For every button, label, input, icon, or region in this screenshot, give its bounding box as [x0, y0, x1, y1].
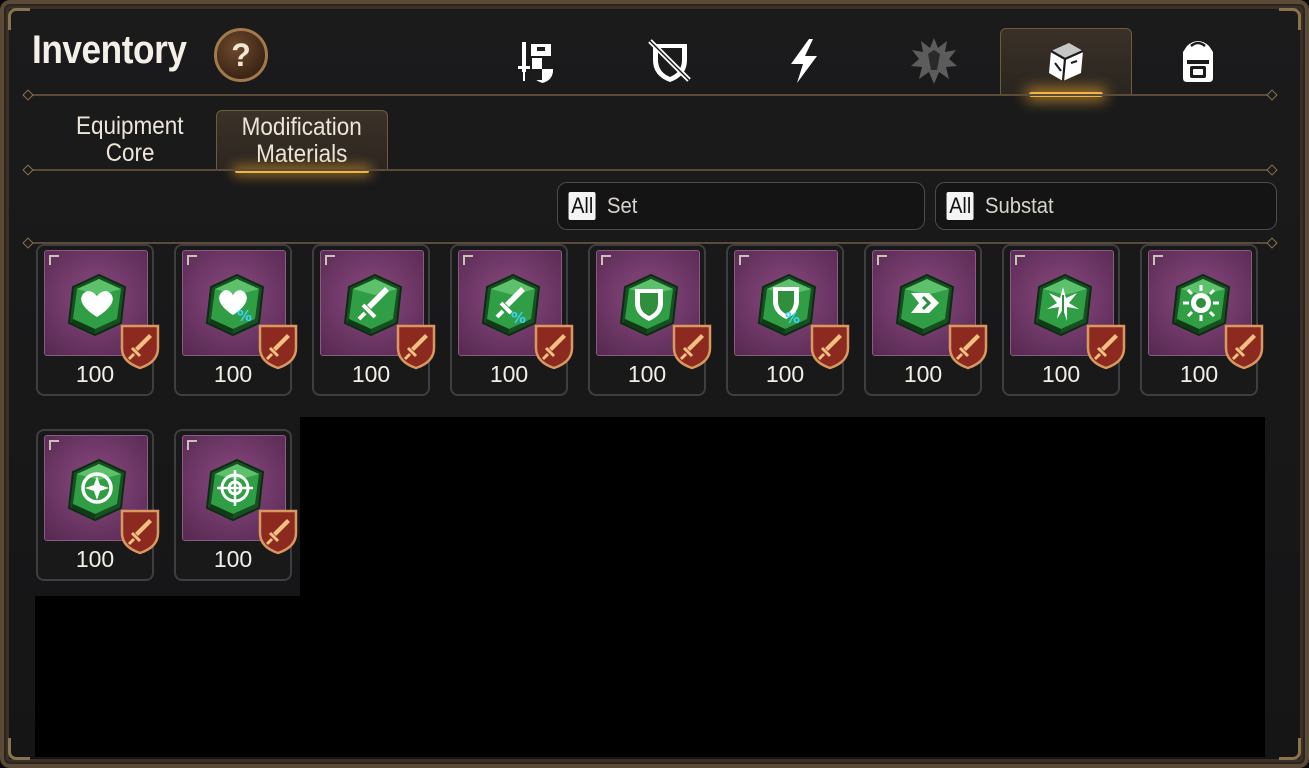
backpack-icon	[1183, 41, 1213, 82]
frame-corner	[1279, 8, 1301, 30]
tab-materials[interactable]	[1000, 28, 1132, 97]
header-divider	[28, 94, 1272, 96]
lightning-icon	[791, 39, 817, 83]
filter-all-tag: All	[946, 192, 974, 220]
tab-bag[interactable]	[1132, 28, 1264, 94]
frame-corner	[8, 738, 30, 760]
frame-corner	[8, 8, 30, 30]
item-count: 100	[903, 361, 943, 387]
tab-label: Core	[105, 139, 155, 167]
inventory-item[interactable]: % 100	[174, 244, 298, 396]
inventory-item[interactable]: 100	[36, 244, 160, 396]
item-count: 100	[213, 546, 253, 572]
svg-text:%: %	[237, 307, 252, 325]
item-count: 100	[75, 546, 115, 572]
item-count: 100	[213, 361, 253, 387]
crystal-cube-icon	[1049, 42, 1084, 81]
item-count: 100	[1041, 361, 1081, 387]
svg-text:%: %	[785, 309, 800, 327]
filter-label: Set	[607, 193, 638, 218]
tab-label: Materials	[256, 139, 348, 168]
tab-emblem[interactable]	[868, 28, 1000, 94]
tab-label: Modification	[241, 112, 363, 141]
crossed-sword-shield-icon	[648, 39, 691, 82]
tab-modification-materials[interactable]: Modification Materials	[216, 110, 388, 173]
item-count: 100	[75, 361, 115, 387]
item-count: 100	[351, 361, 391, 387]
page-title: Inventory	[32, 28, 187, 72]
subtab-divider	[28, 169, 1272, 171]
help-button[interactable]: ?	[214, 28, 268, 82]
item-count: 100	[1179, 361, 1219, 387]
tab-equipment[interactable]	[472, 28, 604, 94]
empty-grid-area	[300, 417, 1265, 757]
tab-equipment-core[interactable]: Equipment Core	[60, 110, 200, 170]
inventory-item[interactable]: 100	[174, 429, 298, 581]
tab-skills[interactable]	[738, 28, 870, 94]
set-filter-dropdown[interactable]: All Set	[557, 182, 925, 230]
inventory-item[interactable]: 100	[588, 244, 712, 396]
inventory-item[interactable]: 100	[312, 244, 436, 396]
inventory-item[interactable]: 100	[1140, 244, 1264, 396]
tab-combat[interactable]	[604, 28, 736, 94]
frame-corner	[1279, 738, 1301, 760]
item-count: 100	[765, 361, 805, 387]
inventory-item[interactable]: 100	[864, 244, 988, 396]
item-count: 100	[627, 361, 667, 387]
spiky-emblem-icon	[911, 38, 957, 84]
substat-filter-dropdown[interactable]: All Substat	[935, 182, 1277, 230]
item-count: 100	[489, 361, 529, 387]
tab-label: Equipment	[76, 112, 184, 140]
empty-grid-area	[35, 596, 301, 757]
inventory-item[interactable]: % 100	[450, 244, 574, 396]
knight-shield-icon	[518, 42, 553, 83]
inventory-item[interactable]: 100	[1002, 244, 1126, 396]
svg-text:%: %	[511, 309, 526, 327]
inventory-item[interactable]: 100	[36, 429, 160, 581]
filter-label: Substat	[985, 193, 1055, 218]
filter-all-tag: All	[568, 192, 596, 220]
inventory-item[interactable]: % 100	[726, 244, 850, 396]
